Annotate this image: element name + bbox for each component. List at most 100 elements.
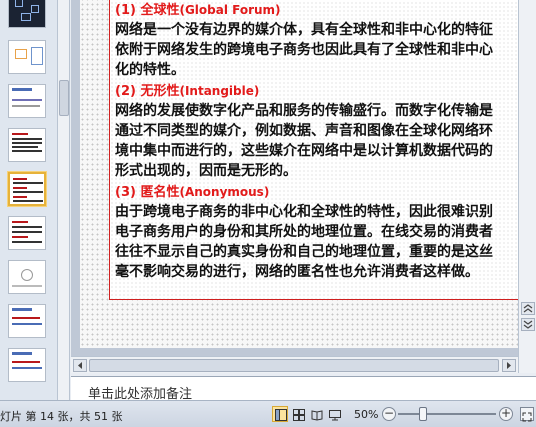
- body-line: 通过不同类型的媒介，例如数据、声音和图像在全球化网络环: [115, 123, 493, 139]
- zoom-level[interactable]: 50%: [354, 408, 378, 421]
- thumbnail-scroll-grip[interactable]: [59, 80, 69, 116]
- slide-thumbnail[interactable]: [8, 128, 46, 162]
- section-anonymous: (3) 匿名性(Anonymous) 由于跨境电子商务的非中心化和全球性的特性，…: [115, 183, 536, 282]
- zoom-slider-track[interactable]: [398, 413, 496, 415]
- thumbnail-row[interactable]: [0, 126, 58, 166]
- thumb-shape: [31, 5, 39, 13]
- reading-view-icon: [311, 410, 323, 421]
- thumb-title: [12, 88, 32, 91]
- thumbnail-row[interactable]: [0, 0, 58, 32]
- thumb-shape: [21, 13, 31, 21]
- body-line: 形式出现的，因而是无形的。: [115, 163, 297, 179]
- heading-en: (Global Forum): [179, 3, 281, 17]
- double-down-arrow-icon: [523, 320, 533, 329]
- normal-view-button[interactable]: [272, 406, 288, 422]
- slide-thumbnail[interactable]: [8, 304, 46, 338]
- thumb-line: [12, 221, 28, 223]
- heading-en: (Intangible): [179, 84, 260, 98]
- thumbnail-row[interactable]: [0, 302, 58, 342]
- previous-slide-button[interactable]: [521, 302, 535, 315]
- thumb-line: [13, 200, 43, 202]
- horizontal-scroll-grip[interactable]: [89, 359, 499, 372]
- thumb-line: [12, 138, 42, 140]
- thumb-line: [12, 231, 42, 233]
- thumbnail-row[interactable]: [0, 38, 58, 78]
- thumbnail-row[interactable]: [0, 82, 58, 122]
- body-line: 化的特性。: [115, 62, 185, 78]
- thumbnail-row[interactable]: [0, 170, 58, 210]
- body-line: 往往不显示自己的真实身份和自己的地理位置，重要的是这丝: [115, 244, 493, 260]
- editor-vertical-scrollbar[interactable]: [518, 0, 536, 373]
- slide-thumbnail[interactable]: [8, 40, 46, 74]
- thumb-line: [12, 236, 28, 238]
- zoom-slider-handle[interactable]: [419, 407, 427, 421]
- slide-thumbnail[interactable]: [8, 216, 46, 250]
- slide-thumbnail[interactable]: [8, 260, 46, 294]
- thumb-line: [12, 367, 42, 369]
- next-slide-button[interactable]: [521, 318, 535, 331]
- thumbnail-scrollbar[interactable]: [58, 0, 70, 400]
- thumb-title: [12, 352, 32, 355]
- slideshow-button[interactable]: [326, 406, 342, 422]
- thumb-line: [12, 133, 28, 135]
- heading-cn: (2) 无形性: [115, 84, 180, 99]
- slide-thumbnail-panel[interactable]: [0, 0, 58, 400]
- thumb-line: [12, 226, 42, 228]
- thumb-line: [12, 285, 42, 287]
- thumb-shape: [31, 47, 43, 65]
- arrow-right-icon: [507, 362, 511, 369]
- thumb-line: [12, 323, 42, 325]
- body-line: 依附于网络发生的跨境电子商务也因此具有了全球性和非中心: [115, 42, 493, 58]
- section-global: (1) 全球性(Global Forum) 网络是一个没有边界的媒介体，具有全球…: [115, 1, 536, 80]
- body-line: 网络的发展使数字化产品和服务的传输盛行。而数字化传输是: [115, 103, 493, 119]
- slide-thumbnail[interactable]: [8, 0, 46, 28]
- slide-thumbnail-selected[interactable]: [8, 172, 46, 206]
- thumb-line: [13, 191, 43, 193]
- section-heading: (3) 匿名性(Anonymous): [115, 183, 536, 202]
- heading-cn: (1) 全球性: [115, 3, 180, 18]
- thumbnail-row[interactable]: [0, 346, 58, 386]
- thumb-line: [13, 187, 27, 189]
- arrow-left-icon: [78, 362, 82, 369]
- section-heading: (2) 无形性(Intangible): [115, 82, 536, 101]
- fit-window-icon: [522, 412, 532, 422]
- normal-view-icon: [275, 409, 287, 421]
- thumbnail-row[interactable]: [0, 258, 58, 298]
- heading-cn: (3) 匿名性: [115, 185, 180, 200]
- zoom-out-button[interactable]: −: [382, 407, 396, 421]
- scroll-right-button[interactable]: [502, 359, 516, 372]
- thumb-title: [12, 308, 32, 311]
- fit-to-window-button[interactable]: [520, 407, 534, 422]
- editor-horizontal-scrollbar[interactable]: [71, 356, 518, 373]
- status-bar: 灯片 第 14 张，共 51 张 50% − +: [0, 400, 536, 427]
- reading-view-button[interactable]: [308, 406, 324, 422]
- thumb-shape: [21, 269, 33, 281]
- double-up-arrow-icon: [523, 304, 533, 313]
- body-line: 境中集中而进行的，这些媒介在网络中是以计算机数据代码的: [115, 143, 493, 159]
- scroll-left-button[interactable]: [73, 359, 87, 372]
- slide-editor[interactable]: (1) 全球性(Global Forum) 网络是一个没有边界的媒介体，具有全球…: [71, 0, 536, 373]
- notes-pane[interactable]: 单击此处添加备注: [71, 376, 536, 402]
- powerpoint-window: (1) 全球性(Global Forum) 网络是一个没有边界的媒介体，具有全球…: [0, 0, 536, 427]
- slide-sorter-icon: [293, 409, 305, 421]
- thumb-line: [12, 317, 40, 319]
- body-line: 由于跨境电子商务的非中心化和全球性的特性，因此很难识别: [115, 204, 493, 220]
- slide-canvas[interactable]: (1) 全球性(Global Forum) 网络是一个没有边界的媒介体，具有全球…: [80, 0, 536, 348]
- slide-textbox[interactable]: (1) 全球性(Global Forum) 网络是一个没有边界的媒介体，具有全球…: [109, 0, 536, 300]
- thumbnail-row[interactable]: [0, 214, 58, 254]
- thumb-line: [13, 178, 27, 180]
- thumb-line: [12, 99, 42, 101]
- zoom-in-button[interactable]: +: [499, 407, 513, 421]
- thumb-line: [12, 361, 40, 363]
- slide-thumbnail[interactable]: [8, 348, 46, 382]
- slide-thumbnail[interactable]: [8, 84, 46, 118]
- slide-count-label: 灯片 第 14 张，共 51 张: [0, 410, 123, 423]
- thumb-shape: [15, 0, 23, 7]
- thumb-line: [12, 241, 42, 243]
- thumb-shape: [15, 49, 27, 59]
- thumb-line: [12, 142, 42, 144]
- thumb-line: [13, 196, 27, 198]
- section-heading: (1) 全球性(Global Forum): [115, 1, 536, 20]
- slide-sorter-button[interactable]: [290, 406, 306, 422]
- body-line: 毫不影响交易的进行，网络的匿名性也允许消费者这样做。: [115, 264, 479, 280]
